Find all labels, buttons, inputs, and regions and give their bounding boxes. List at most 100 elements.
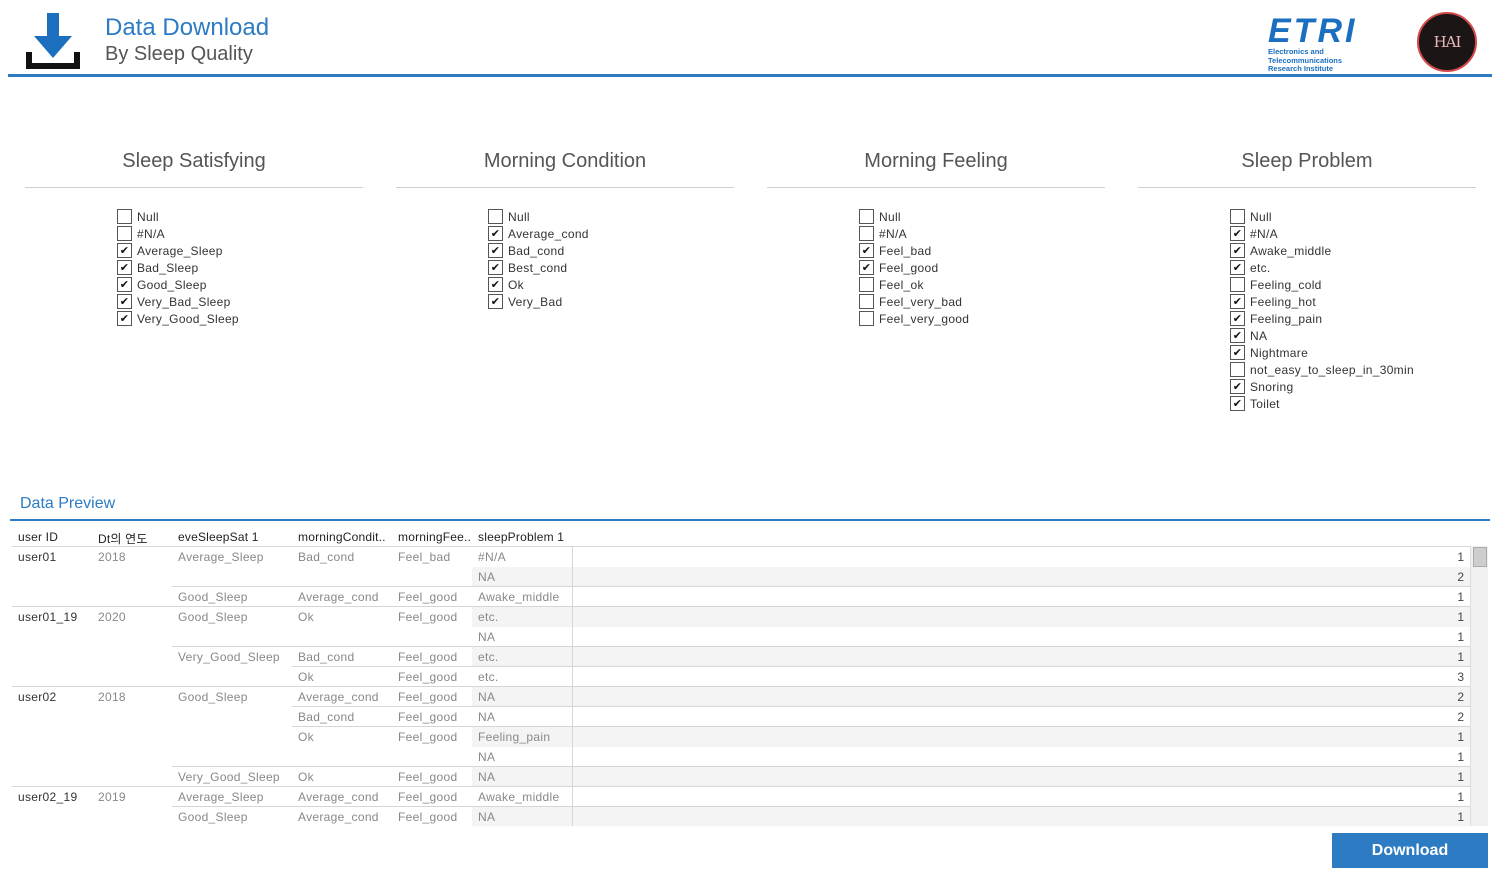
checkbox-checked[interactable]: ✔ <box>1230 328 1245 343</box>
count-cell: 1 <box>572 727 1470 747</box>
table-row[interactable]: 1 user01 2018 Average_Sleep Bad_cond Feel_bad… <box>12 547 1470 567</box>
checkbox-unchecked[interactable] <box>859 209 874 224</box>
filter-option[interactable]: ✔ Bad_cond <box>488 242 589 259</box>
filter-option[interactable]: ✔ Average_cond <box>488 225 589 242</box>
filter-option[interactable]: ✔ Ok <box>488 276 589 293</box>
checkbox-checked[interactable]: ✔ <box>117 243 132 258</box>
table-row[interactable]: 1 Good_Sleep Average_cond Feel_good NA <box>12 807 1470 826</box>
column-header-morning-feeling[interactable]: morningFee.. <box>398 530 471 544</box>
checkbox-unchecked[interactable] <box>859 277 874 292</box>
cell-feel: Feel_good <box>398 770 458 784</box>
filter-option[interactable]: Feel_very_bad <box>859 293 969 310</box>
checkbox-unchecked[interactable] <box>1230 209 1245 224</box>
filter-option[interactable]: ✔ Best_cond <box>488 259 589 276</box>
etri-logo: ETRI Electronics and Telecommunications … <box>1268 14 1392 73</box>
filter-option[interactable]: ✔ Average_Sleep <box>117 242 239 259</box>
checkbox-checked[interactable]: ✔ <box>488 226 503 241</box>
filter-option[interactable]: Feel_very_good <box>859 310 969 327</box>
table-row[interactable]: 1 user01_19 2020 Good_Sleep Ok Feel_good etc. <box>12 607 1470 627</box>
filter-option[interactable]: Null <box>859 208 969 225</box>
filter-option[interactable]: ✔ Very_Bad_Sleep <box>117 293 239 310</box>
filter-option[interactable]: ✔ Very_Bad <box>488 293 589 310</box>
filter-option[interactable]: ✔ etc. <box>1230 259 1414 276</box>
table-row[interactable]: 2 user02 2018 Good_Sleep Average_cond Feel_go… <box>12 687 1470 707</box>
checkbox-unchecked[interactable] <box>117 209 132 224</box>
table-row[interactable]: 1 Very_Good_Sleep Bad_cond Feel_good etc. <box>12 647 1470 667</box>
table-row[interactable]: 1 Good_Sleep Average_cond Feel_good Awake_mi… <box>12 587 1470 607</box>
checkmark-icon: ✔ <box>1232 312 1243 325</box>
checkbox-checked[interactable]: ✔ <box>1230 243 1245 258</box>
checkbox-checked[interactable]: ✔ <box>117 311 132 326</box>
checkbox-checked[interactable]: ✔ <box>1230 396 1245 411</box>
checkbox-unchecked[interactable] <box>859 294 874 309</box>
checkmark-icon: ✔ <box>119 312 130 325</box>
checkbox-unchecked[interactable] <box>1230 362 1245 377</box>
checkbox-checked[interactable]: ✔ <box>1230 345 1245 360</box>
filter-option[interactable]: ✔ Awake_middle <box>1230 242 1414 259</box>
filter-option[interactable]: ✔ NA <box>1230 327 1414 344</box>
column-header-year[interactable]: Dt의 연도 <box>98 530 148 547</box>
filter-option[interactable]: not_easy_to_sleep_in_30min <box>1230 361 1414 378</box>
table-row[interactable]: 1 Ok Feel_good Feeling_pain <box>12 727 1470 747</box>
checkbox-checked[interactable]: ✔ <box>1230 260 1245 275</box>
checkbox-checked[interactable]: ✔ <box>488 243 503 258</box>
checkbox-checked[interactable]: ✔ <box>1230 311 1245 326</box>
table-row[interactable]: 1 user02_19 2019 Average_Sleep Average_cond F… <box>12 787 1470 807</box>
filter-option[interactable]: Null <box>1230 208 1414 225</box>
checkbox-checked[interactable]: ✔ <box>117 294 132 309</box>
table-row[interactable]: 1 NA <box>12 627 1470 647</box>
cell-problem: etc. <box>478 670 499 684</box>
filter-option[interactable]: ✔ Good_Sleep <box>117 276 239 293</box>
scrollbar-thumb[interactable] <box>1473 547 1487 567</box>
checkbox-unchecked[interactable] <box>859 226 874 241</box>
filter-option[interactable]: ✔ Toilet <box>1230 395 1414 412</box>
filter-option[interactable]: ✔ Feeling_pain <box>1230 310 1414 327</box>
checkbox-unchecked[interactable] <box>117 226 132 241</box>
checkbox-checked[interactable]: ✔ <box>117 260 132 275</box>
filter-option[interactable]: Feeling_cold <box>1230 276 1414 293</box>
table-row[interactable]: 3 Ok Feel_good etc. <box>12 667 1470 687</box>
filter-option[interactable]: ✔ Feeling_hot <box>1230 293 1414 310</box>
filter-option[interactable]: ✔ Feel_bad <box>859 242 969 259</box>
checkbox-checked[interactable]: ✔ <box>488 294 503 309</box>
filter-option[interactable]: #N/A <box>859 225 969 242</box>
filter-option[interactable]: Feel_ok <box>859 276 969 293</box>
filter-option[interactable]: Null <box>488 208 589 225</box>
filter-option[interactable]: ✔ Snoring <box>1230 378 1414 395</box>
filter-option[interactable]: ✔ Feel_good <box>859 259 969 276</box>
checkbox-unchecked[interactable] <box>488 209 503 224</box>
filter-option[interactable]: ✔ #N/A <box>1230 225 1414 242</box>
checkbox-checked[interactable]: ✔ <box>859 243 874 258</box>
table-row[interactable]: 2 NA <box>12 567 1470 587</box>
checkbox-checked[interactable]: ✔ <box>488 260 503 275</box>
checkbox-checked[interactable]: ✔ <box>859 260 874 275</box>
filter-morning-feeling: Morning Feeling Null #N/A ✔ Feel_bad ✔ Feel_g… <box>767 150 1105 326</box>
column-header-user-id[interactable]: user ID <box>18 530 58 544</box>
checkbox-unchecked[interactable] <box>859 311 874 326</box>
cell-problem: #N/A <box>478 550 506 564</box>
checkbox-checked[interactable]: ✔ <box>488 277 503 292</box>
checkbox-checked[interactable]: ✔ <box>117 277 132 292</box>
checkbox-checked[interactable]: ✔ <box>1230 379 1245 394</box>
filter-option[interactable]: Null <box>117 208 239 225</box>
column-header-eve-sleep-sat[interactable]: eveSleepSat 1 <box>178 530 259 544</box>
column-header-sleep-problem[interactable]: sleepProblem 1 <box>478 530 564 544</box>
cell-cond: Bad_cond <box>298 710 355 724</box>
vertical-scrollbar[interactable] <box>1470 546 1488 826</box>
cell-problem: NA <box>478 630 496 644</box>
table-row[interactable]: 2 Bad_cond Feel_good NA <box>12 707 1470 727</box>
checkbox-checked[interactable]: ✔ <box>1230 226 1245 241</box>
checkbox-checked[interactable]: ✔ <box>1230 294 1245 309</box>
cell-sat: Good_Sleep <box>178 590 248 604</box>
filter-option[interactable]: ✔ Nightmare <box>1230 344 1414 361</box>
table-row[interactable]: 1 NA <box>12 747 1470 767</box>
download-button[interactable]: Download <box>1332 833 1488 868</box>
filter-option[interactable]: ✔ Bad_Sleep <box>117 259 239 276</box>
checkbox-unchecked[interactable] <box>1230 277 1245 292</box>
table-row[interactable]: 1 Very_Good_Sleep Ok Feel_good NA <box>12 767 1470 787</box>
cell-feel: Feel_good <box>398 730 458 744</box>
filter-option-label: NA <box>1250 328 1268 343</box>
column-header-morning-condition[interactable]: morningCondit.. <box>298 530 386 544</box>
filter-option[interactable]: ✔ Very_Good_Sleep <box>117 310 239 327</box>
filter-option[interactable]: #N/A <box>117 225 239 242</box>
